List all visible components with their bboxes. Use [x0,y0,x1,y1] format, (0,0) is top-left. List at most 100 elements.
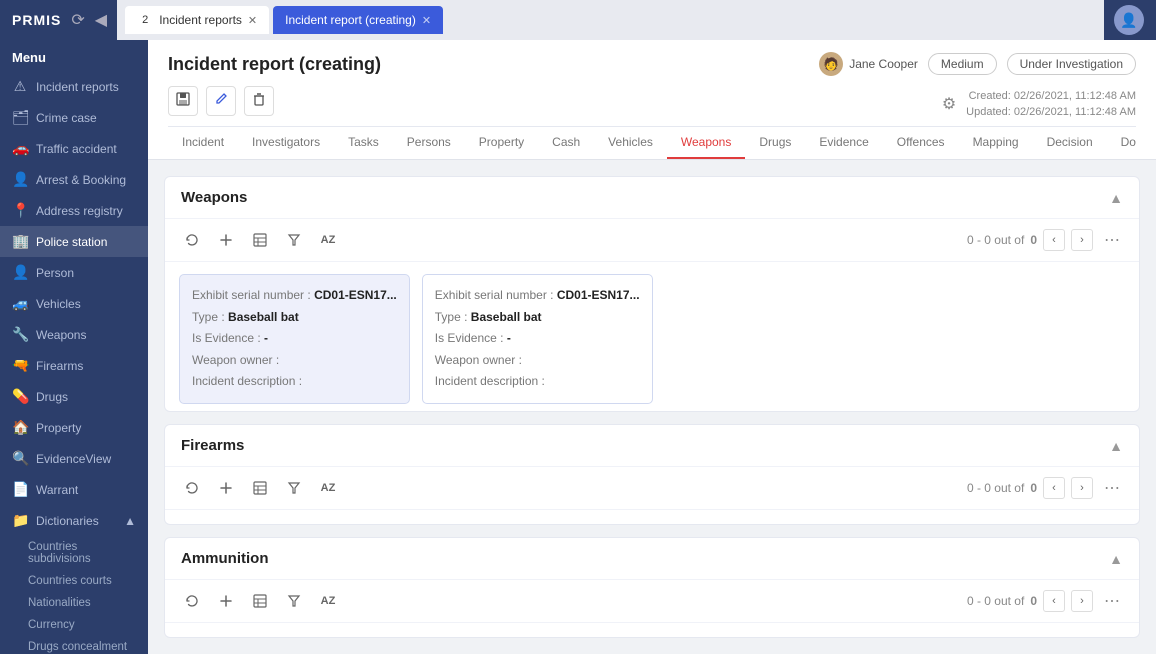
tab-offences[interactable]: Offences [883,127,959,159]
user-badge: 🧑 Jane Cooper [819,52,918,76]
weapons-collapse-icon[interactable]: ▲ [1109,190,1123,206]
app-layout: Menu ⚠ Incident reports 🗂 Crime case 🚗 T… [0,40,1156,654]
weapons-add-button[interactable] [213,227,239,253]
firearms-next-button[interactable]: › [1071,477,1093,499]
avatar[interactable]: 👤 [1114,5,1144,35]
page-title: Incident report (creating) [168,54,381,75]
tab-vehicles[interactable]: Vehicles [594,127,667,159]
firearms-more-button[interactable]: ⋯ [1099,475,1125,501]
ammunition-collapse-icon[interactable]: ▲ [1109,551,1123,567]
incident-reports-tab[interactable]: 2 Incident reports ✕ [125,6,269,34]
created-label: Created: [969,90,1011,102]
weapons-filter-button[interactable] [281,227,307,253]
sidebar-item-drugs[interactable]: 💊 Drugs [0,381,148,412]
tabs-nav: Incident Investigators Tasks Persons Pro… [168,126,1136,159]
tab-weapons[interactable]: Weapons [667,127,745,159]
weapons-table-button[interactable] [247,227,273,253]
sidebar-item-person[interactable]: 👤 Person [0,257,148,288]
weapon-card[interactable]: Exhibit serial number : CD01-ESN17... Ty… [422,274,653,404]
edit-icon [213,91,229,111]
delete-button[interactable] [244,86,274,116]
firearms-table-button[interactable] [247,475,273,501]
ammunition-add-button[interactable] [213,588,239,614]
firearms-count-range: 0 - 0 out of [967,481,1024,495]
tab-drugs[interactable]: Drugs [745,127,805,159]
sidebar-item-crime-case[interactable]: 🗂 Crime case [0,102,148,133]
sidebar-item-incident-reports[interactable]: ⚠ Incident reports [0,71,148,102]
ammunition-filter-button[interactable] [281,588,307,614]
firearms-filter-button[interactable] [281,475,307,501]
ammunition-refresh-button[interactable] [179,588,205,614]
sidebar-item-countries-courts[interactable]: Countries courts [20,570,148,592]
ammunition-more-button[interactable]: ⋯ [1099,588,1125,614]
tab-mapping[interactable]: Mapping [959,127,1033,159]
edit-button[interactable] [206,86,236,116]
sidebar-item-nationalities[interactable]: Nationalities [20,592,148,614]
firearms-add-button[interactable] [213,475,239,501]
ammunition-next-button[interactable]: › [1071,590,1093,612]
sidebar-item-warrant[interactable]: 📄 Warrant [0,474,148,505]
sidebar-item-firearms[interactable]: 🔫 Firearms [0,350,148,381]
creating-tab[interactable]: Incident report (creating) ✕ [273,6,443,34]
sidebar-item-property[interactable]: 🏠 Property [0,412,148,443]
firearms-pagination: 0 - 0 out of 0 ‹ › ⋯ [967,475,1125,501]
sidebar-item-evidence-view[interactable]: 🔍 EvidenceView [0,443,148,474]
weapons-more-button[interactable]: ⋯ [1099,227,1125,253]
sidebar-item-arrest-booking[interactable]: 👤 Arrest & Booking [0,164,148,195]
tab-persons[interactable]: Persons [393,127,465,159]
tab-decision[interactable]: Decision [1033,127,1107,159]
tab-count: 2 [137,14,153,26]
priority-badge[interactable]: Medium [928,53,997,75]
weapons-section-header[interactable]: Weapons ▲ [165,177,1139,219]
save-button[interactable] [168,86,198,116]
sidebar-item-weapons[interactable]: 🔧 Weapons [0,319,148,350]
tab-tasks[interactable]: Tasks [334,127,393,159]
sidebar-item-countries-subdivisions[interactable]: Countries subdivisions [20,536,148,570]
status-badge[interactable]: Under Investigation [1007,53,1136,75]
tab-investigators[interactable]: Investigators [238,127,334,159]
ammunition-toolbar-left: AZ [179,588,341,614]
tab-documents[interactable]: Documents [1107,127,1136,159]
ammunition-section-header[interactable]: Ammunition ▲ [165,538,1139,580]
sidebar-item-police-station[interactable]: 🏢 Police station [0,226,148,257]
weapons-next-button[interactable]: › [1071,229,1093,251]
building-icon: 🏢 [12,233,28,250]
sidebar-item-address-registry[interactable]: 📍 Address registry [0,195,148,226]
sub-label: Countries courts [28,575,112,587]
tab-close-icon[interactable]: ✕ [248,14,257,27]
topbar: PRMIS ⟳ ◀ 2 Incident reports ✕ Incident … [0,0,1156,40]
weapon-card[interactable]: Exhibit serial number : CD01-ESN17... Ty… [179,274,410,404]
firearms-collapse-icon[interactable]: ▲ [1109,438,1123,454]
firearms-section-header[interactable]: Firearms ▲ [165,425,1139,467]
tab-evidence[interactable]: Evidence [805,127,882,159]
collapse-icon[interactable]: ◀ [95,10,107,30]
tab-cash[interactable]: Cash [538,127,594,159]
page-header-actions: 🧑 Jane Cooper Medium Under Investigation [819,52,1136,76]
sidebar-label: Person [36,266,74,280]
ammunition-sort-button[interactable]: AZ [315,588,341,614]
weapons-section-title: Weapons [181,189,247,206]
dictionaries-toggle[interactable]: 📁 Dictionaries ▲ [0,505,148,536]
sidebar-item-drugs-concealment[interactable]: Drugs concealment [20,636,148,654]
settings-icon[interactable]: ⚙ [942,94,956,114]
vehicles-icon: 🚙 [12,295,28,312]
firearms-refresh-button[interactable] [179,475,205,501]
weapons-sort-button[interactable]: AZ [315,227,341,253]
sidebar-item-currency[interactable]: Currency [20,614,148,636]
weapons-prev-button[interactable]: ‹ [1043,229,1065,251]
weapon-owner-field: Weapon owner : [435,350,640,372]
ammunition-prev-button[interactable]: ‹ [1043,590,1065,612]
sync-icon[interactable]: ⟳ [71,10,84,30]
sub-label: Nationalities [28,597,91,609]
weapons-total-count: 0 [1030,233,1037,247]
firearms-prev-button[interactable]: ‹ [1043,477,1065,499]
sidebar-item-traffic-accident[interactable]: 🚗 Traffic accident [0,133,148,164]
tab-incident[interactable]: Incident [168,127,238,159]
sidebar-item-vehicles[interactable]: 🚙 Vehicles [0,288,148,319]
ammunition-table-button[interactable] [247,588,273,614]
firearms-sort-button[interactable]: AZ [315,475,341,501]
active-tab-close-icon[interactable]: ✕ [422,14,431,27]
tab-property[interactable]: Property [465,127,538,159]
created-value: 02/26/2021, 11:12:48 AM [1014,90,1136,102]
weapons-refresh-button[interactable] [179,227,205,253]
